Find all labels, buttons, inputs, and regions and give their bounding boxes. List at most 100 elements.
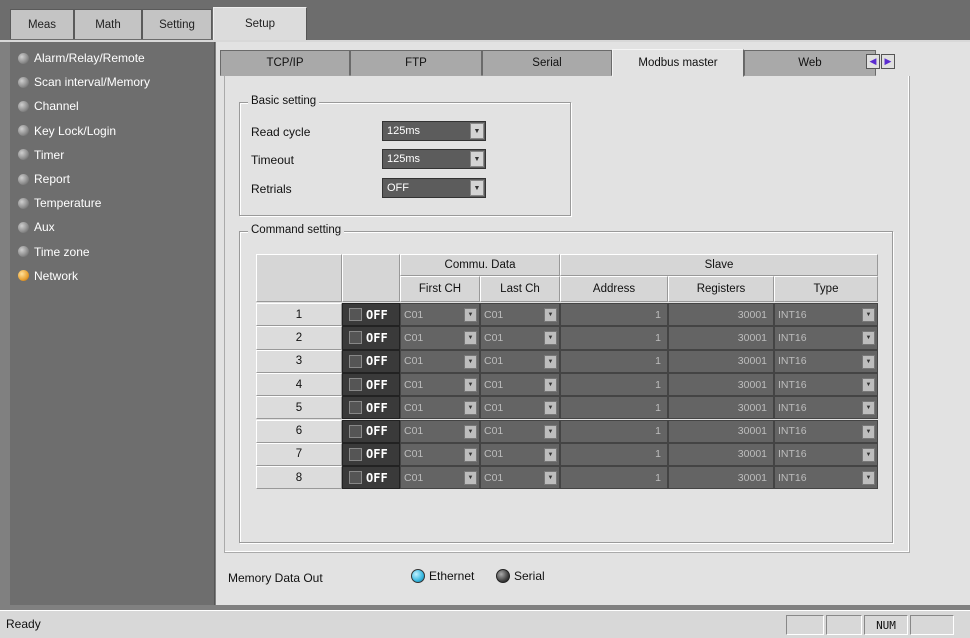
command-setting-title: Command setting — [248, 224, 345, 236]
command-enable-toggle[interactable]: OFF — [342, 419, 400, 443]
retrials-select[interactable]: OFF ▼ — [382, 178, 486, 198]
address-input[interactable]: 1 — [560, 442, 668, 467]
first-ch-select[interactable]: C01 ▼ — [400, 396, 480, 420]
sidebar-item-label: Scan interval/Memory — [34, 75, 151, 90]
tab-math[interactable]: Math — [74, 9, 142, 39]
address-input[interactable]: 1 — [560, 396, 668, 420]
retrials-label: Retrials — [251, 182, 292, 196]
chevron-down-icon: ▼ — [544, 377, 557, 392]
sidebar-item-label: Key Lock/Login — [34, 123, 117, 138]
checkbox-icon — [349, 354, 362, 368]
type-select[interactable]: INT16 ▼ — [774, 326, 878, 350]
command-enable-toggle[interactable]: OFF — [342, 466, 400, 490]
registers-input[interactable]: 30001 — [668, 466, 774, 490]
command-enable-toggle[interactable]: OFF — [342, 396, 400, 420]
first-ch-select[interactable]: C01 ▼ — [400, 419, 480, 443]
sidebar-item-network[interactable]: Network — [10, 264, 214, 288]
registers-input[interactable]: 30001 — [668, 349, 774, 373]
type-select[interactable]: INT16 ▼ — [774, 442, 878, 467]
address-input[interactable]: 1 — [560, 372, 668, 397]
serial-radio[interactable]: Serial — [496, 569, 545, 583]
row-number: 6 — [256, 419, 342, 443]
tab-scroll-right-icon[interactable]: ▶ — [881, 54, 895, 69]
last-ch-select-value: C01 — [484, 448, 504, 461]
address-input[interactable]: 1 — [560, 466, 668, 490]
tab-serial[interactable]: Serial — [482, 50, 612, 76]
registers-input[interactable]: 30001 — [668, 442, 774, 467]
address-input[interactable]: 1 — [560, 326, 668, 350]
checkbox-icon — [349, 401, 362, 415]
sidebar-item-time-zone[interactable]: Time zone — [10, 240, 214, 264]
address-input[interactable]: 1 — [560, 303, 668, 327]
last-ch-select-value: C01 — [484, 425, 504, 438]
first-ch-select-value: C01 — [404, 355, 424, 368]
registers-input[interactable]: 30001 — [668, 419, 774, 443]
sidebar-item-timer[interactable]: Timer — [10, 143, 214, 167]
registers-input[interactable]: 30001 — [668, 303, 774, 327]
sidebar-item-scan-interval-memory[interactable]: Scan interval/Memory — [10, 70, 214, 94]
type-select[interactable]: INT16 ▼ — [774, 466, 878, 490]
last-ch-select[interactable]: C01 ▼ — [480, 372, 560, 397]
first-ch-select[interactable]: C01 ▼ — [400, 372, 480, 397]
last-ch-select[interactable]: C01 ▼ — [480, 303, 560, 327]
tab-tcpip[interactable]: TCP/IP — [220, 50, 350, 76]
sidebar-item-temperature[interactable]: Temperature — [10, 191, 214, 215]
chevron-down-icon: ▼ — [464, 331, 477, 346]
tab-scroll-left-icon[interactable]: ◀ — [866, 54, 880, 69]
type-select-value: INT16 — [778, 471, 807, 484]
last-ch-select[interactable]: C01 ▼ — [480, 326, 560, 350]
last-ch-select[interactable]: C01 ▼ — [480, 442, 560, 467]
checkbox-icon — [349, 447, 362, 461]
first-ch-select[interactable]: C01 ▼ — [400, 349, 480, 373]
chevron-down-icon: ▼ — [862, 401, 875, 416]
tab-setup[interactable]: Setup — [213, 7, 307, 40]
tab-modbus-master[interactable]: Modbus master — [612, 49, 744, 77]
sidebar-item-label: Channel — [34, 99, 79, 114]
read-cycle-label: Read cycle — [251, 125, 311, 139]
read-cycle-select[interactable]: 125ms ▼ — [382, 121, 486, 141]
last-ch-select[interactable]: C01 ▼ — [480, 419, 560, 443]
status-bar: Ready NUM — [0, 610, 970, 638]
tab-setting[interactable]: Setting — [142, 9, 212, 39]
type-select[interactable]: INT16 ▼ — [774, 349, 878, 373]
first-ch-select[interactable]: C01 ▼ — [400, 303, 480, 327]
tab-meas[interactable]: Meas — [10, 9, 74, 39]
type-select-value: INT16 — [778, 401, 807, 414]
command-enable-toggle[interactable]: OFF — [342, 326, 400, 350]
tab-meas-label: Meas — [27, 18, 57, 31]
sidebar-item-channel[interactable]: Channel — [10, 94, 214, 118]
table-row: 7 OFF C01 ▼ C01 ▼ 1 30001 INT16 ▼ — [256, 442, 878, 467]
ethernet-radio[interactable]: Ethernet — [411, 569, 474, 583]
address-input[interactable]: 1 — [560, 349, 668, 373]
table-row: 6 OFF C01 ▼ C01 ▼ 1 30001 INT16 ▼ — [256, 419, 878, 443]
chevron-down-icon: ▼ — [544, 424, 557, 439]
sidebar-item-report[interactable]: Report — [10, 167, 214, 191]
command-enable-toggle[interactable]: OFF — [342, 442, 400, 467]
first-ch-select[interactable]: C01 ▼ — [400, 466, 480, 490]
tab-web[interactable]: Web — [744, 50, 876, 76]
sidebar-item-alarm-relay-remote[interactable]: Alarm/Relay/Remote — [10, 46, 214, 70]
registers-input[interactable]: 30001 — [668, 326, 774, 350]
first-ch-select[interactable]: C01 ▼ — [400, 326, 480, 350]
type-select[interactable]: INT16 ▼ — [774, 419, 878, 443]
basic-setting-title: Basic setting — [248, 95, 320, 107]
command-enable-toggle[interactable]: OFF — [342, 349, 400, 373]
tab-ftp[interactable]: FTP — [350, 50, 482, 76]
sidebar-item-aux[interactable]: Aux — [10, 215, 214, 239]
sidebar-item-key-lock-login[interactable]: Key Lock/Login — [10, 119, 214, 143]
last-ch-select[interactable]: C01 ▼ — [480, 349, 560, 373]
last-ch-select[interactable]: C01 ▼ — [480, 466, 560, 490]
command-enable-toggle[interactable]: OFF — [342, 303, 400, 327]
type-select[interactable]: INT16 ▼ — [774, 303, 878, 327]
last-ch-select[interactable]: C01 ▼ — [480, 396, 560, 420]
type-select[interactable]: INT16 ▼ — [774, 372, 878, 397]
registers-input[interactable]: 30001 — [668, 396, 774, 420]
first-ch-select[interactable]: C01 ▼ — [400, 442, 480, 467]
command-enable-toggle[interactable]: OFF — [342, 372, 400, 397]
registers-input[interactable]: 30001 — [668, 372, 774, 397]
type-select[interactable]: INT16 ▼ — [774, 396, 878, 420]
registers-input-value: 30001 — [737, 355, 767, 368]
address-input[interactable]: 1 — [560, 419, 668, 443]
timeout-select[interactable]: 125ms ▼ — [382, 149, 486, 169]
chevron-down-icon: ▼ — [470, 123, 484, 139]
